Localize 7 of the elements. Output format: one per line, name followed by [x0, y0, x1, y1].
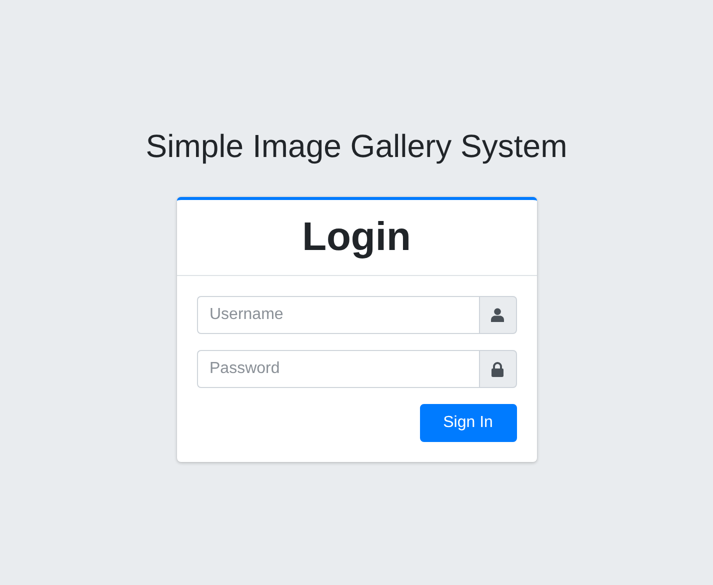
page-title: Simple Image Gallery System: [146, 127, 568, 165]
lock-icon: [491, 362, 504, 376]
sign-in-button[interactable]: Sign In: [420, 404, 516, 442]
user-icon: [491, 308, 504, 322]
password-field[interactable]: Password: [196, 350, 478, 388]
card-heading: Login: [302, 215, 411, 259]
username-field[interactable]: Username: [196, 296, 478, 334]
